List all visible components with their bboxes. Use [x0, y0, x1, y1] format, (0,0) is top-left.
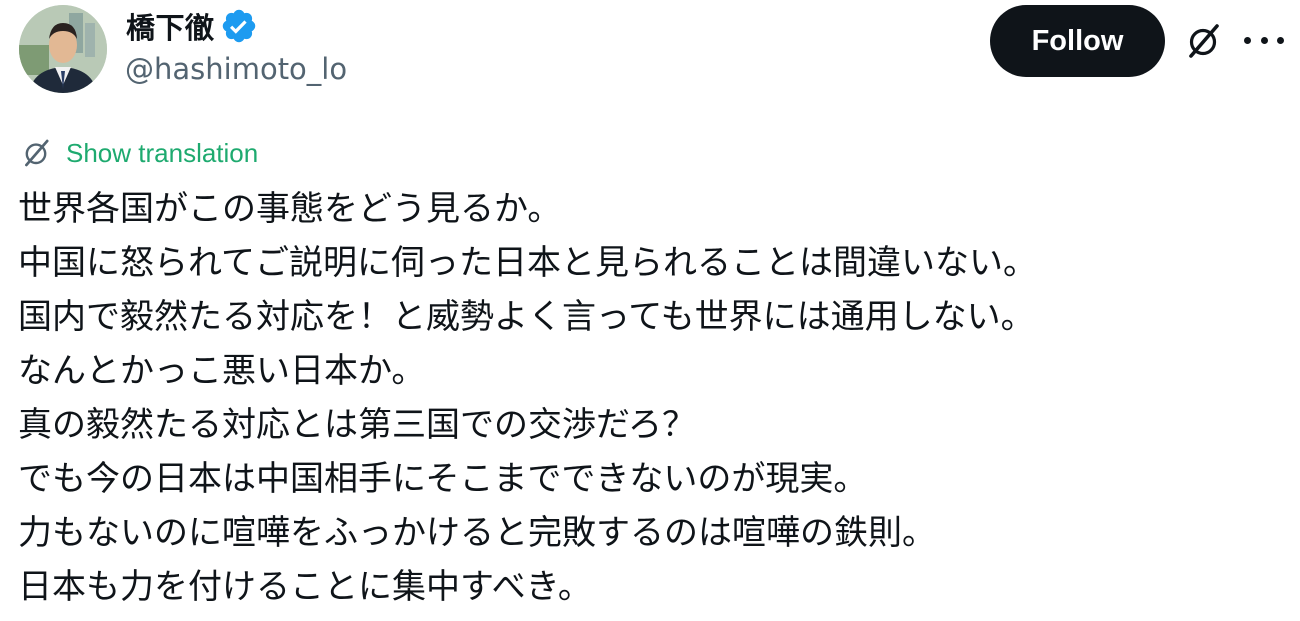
grok-icon[interactable]: [1183, 21, 1223, 61]
show-translation-label: Show translation: [66, 137, 259, 168]
tweet-line: 中国に怒られてご説明に伺った日本と見られることは間違いない。: [18, 243, 1037, 283]
author-name[interactable]: 橋下徹: [126, 5, 215, 47]
verified-badge-icon: [222, 9, 255, 43]
tweet-line: 真の毅然たる対応とは第三国での交渉だろ？: [18, 405, 696, 445]
more-dot: [1277, 36, 1284, 44]
tweet-line: 世界各国がこの事態をどう見るか。: [18, 189, 562, 229]
follow-button[interactable]: Follow: [990, 5, 1165, 77]
more-horizontal-icon[interactable]: [1244, 23, 1284, 57]
author-handle[interactable]: @hashimoto_lo: [125, 52, 347, 86]
more-dot: [1260, 36, 1268, 44]
author-name-row[interactable]: 橋下徹: [126, 6, 258, 46]
more-dot: [1244, 36, 1251, 44]
tweet-line: でも今の日本は中国相手にそこまでできないのが現実。: [18, 459, 868, 499]
avatar[interactable]: [19, 5, 107, 93]
show-translation-link[interactable]: Show translation: [20, 134, 258, 172]
tweet-card: 橋下徹 @hashimoto_lo Follow Show translatio…: [0, 0, 1300, 621]
grok-translate-icon: [25, 139, 49, 167]
tweet-line: 力もないのに喧嘩をふっかけると完敗するのは喧嘩の鉄則。: [18, 513, 936, 553]
tweet-line: 日本も力を付けることに集中すべき。: [18, 567, 592, 607]
tweet-text: 世界各国がこの事態をどう見るか。 中国に怒られてご説明に伺った日本と見られること…: [18, 182, 1037, 614]
tweet-line: 国内で毅然たる対応を！と威勢よく言っても世界には通用しない。: [18, 297, 1035, 337]
tweet-line: なんとかっこ悪い日本か。: [18, 351, 426, 391]
avatar-photo: [19, 5, 107, 93]
